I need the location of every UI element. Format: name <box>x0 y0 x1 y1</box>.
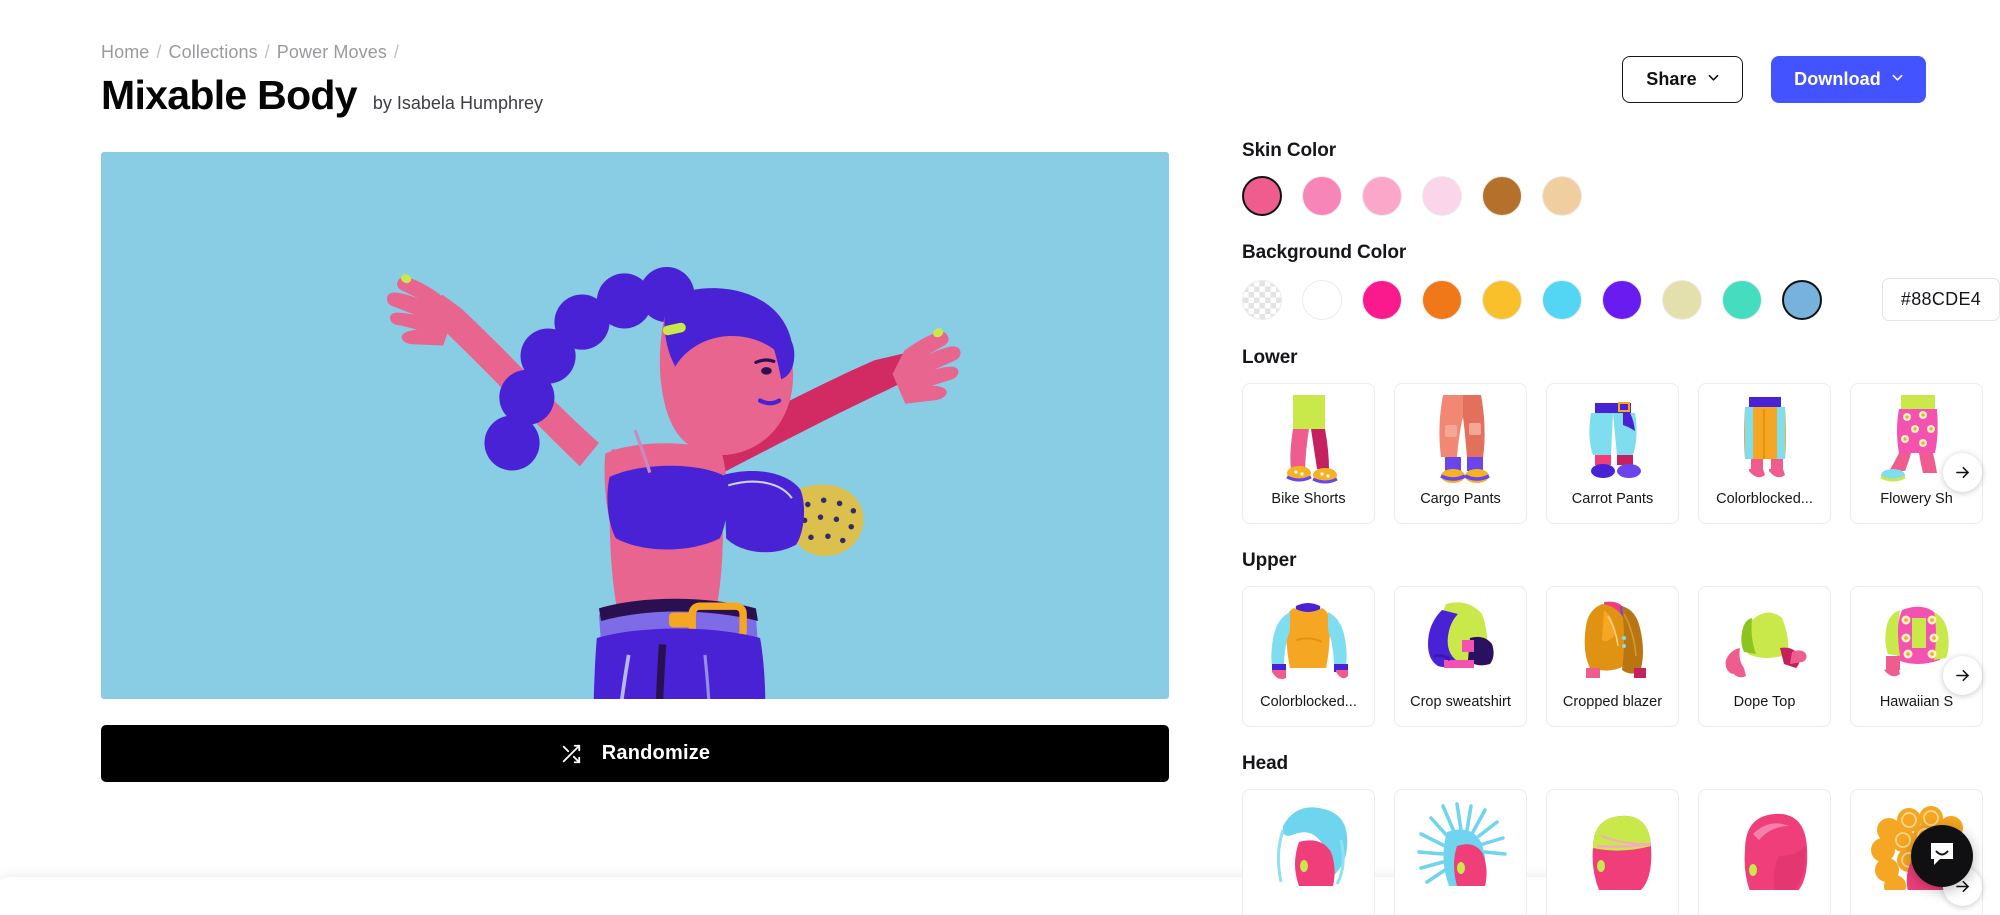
head-item-3[interactable] <box>1698 789 1831 915</box>
breadcrumb-separator: / <box>156 42 162 62</box>
upper-item-3[interactable]: Dope Top <box>1698 586 1831 727</box>
chat-bubble-icon <box>1927 839 1957 874</box>
skin-color-label: Skin Color <box>1242 140 1337 161</box>
bike-shorts-thumb <box>1251 390 1367 488</box>
head-carousel <box>1242 789 2000 915</box>
page-title: Mixable Body <box>101 72 358 118</box>
background-color-swatch-8[interactable] <box>1722 279 1762 320</box>
hex-color-input[interactable]: #88CDE4 <box>1882 278 2000 321</box>
upper-next-arrow-button[interactable] <box>1943 656 1982 695</box>
upper-item-2[interactable]: Cropped blazer <box>1546 586 1679 727</box>
crop-sweatshirt-thumb <box>1403 593 1519 691</box>
green-cap-head-thumb <box>1555 796 1671 894</box>
character-preview-canvas[interactable] <box>101 152 1169 699</box>
skin-color-section: Skin Color <box>1242 140 2000 216</box>
blue-spiky-hair-thumb <box>1403 796 1519 894</box>
chevron-down-icon <box>1892 72 1903 83</box>
upper-item-label: Crop sweatshirt <box>1410 694 1511 710</box>
background-color-swatch-3[interactable] <box>1422 279 1462 320</box>
upper-label: Upper <box>1242 550 1297 571</box>
background-color-swatch-1[interactable] <box>1302 279 1342 320</box>
share-button-label: Share <box>1646 69 1697 89</box>
skin-color-swatch-3[interactable] <box>1422 176 1462 216</box>
blue-wavy-hair-thumb <box>1251 796 1367 894</box>
skin-color-swatch-2[interactable] <box>1362 176 1402 216</box>
lower-item-2[interactable]: Carrot Pants <box>1546 383 1679 524</box>
background-color-swatch-2[interactable] <box>1362 279 1402 320</box>
lower-item-label: Bike Shorts <box>1271 491 1346 507</box>
dope-top-thumb <box>1707 593 1823 691</box>
share-button[interactable]: Share <box>1622 56 1743 103</box>
author-byline: by Isabela Humphrey <box>372 93 543 113</box>
head-item-0[interactable] <box>1242 789 1375 915</box>
bald-pink-head-thumb <box>1707 796 1823 894</box>
upper-item-label: Dope Top <box>1733 694 1796 710</box>
lower-section: Lower Bike Shorts Cargo Pants Carrot Pan… <box>1242 347 2000 524</box>
background-color-swatch-6[interactable] <box>1602 279 1642 320</box>
character-illustration <box>101 152 1169 699</box>
background-color-swatch-0[interactable] <box>1242 279 1282 320</box>
chevron-down-icon <box>1708 72 1719 83</box>
header-actions: Share Download <box>1622 56 1926 103</box>
background-color-swatch-5[interactable] <box>1542 279 1582 320</box>
lower-item-label: Carrot Pants <box>1571 491 1654 507</box>
upper-carousel: Colorblocked... Crop sweatshirt Cropped … <box>1242 586 2000 727</box>
skin-color-swatch-row <box>1242 176 2000 216</box>
upper-section: Upper Colorblocked... Crop sweatshirt Cr… <box>1242 550 2000 727</box>
lower-item-label: Cargo Pants <box>1420 491 1501 507</box>
randomize-label: Randomize <box>601 742 711 764</box>
head-item-2[interactable] <box>1546 789 1679 915</box>
upper-item-0[interactable]: Colorblocked... <box>1242 586 1375 727</box>
download-button[interactable]: Download <box>1771 56 1926 103</box>
page-root: Home / Collections / Power Moves / Mixab… <box>0 0 2000 915</box>
upper-item-1[interactable]: Crop sweatshirt <box>1394 586 1527 727</box>
background-color-swatch-9[interactable] <box>1782 279 1822 320</box>
upper-item-label: Cropped blazer <box>1562 694 1663 710</box>
background-color-label: Background Color <box>1242 242 1407 263</box>
preview-canvas-wrapper <box>101 152 1169 699</box>
upper-item-label: Colorblocked... <box>1260 694 1357 710</box>
breadcrumb: Home / Collections / Power Moves / <box>101 42 399 63</box>
colorblocked-top-thumb <box>1251 593 1367 691</box>
background-color-section: Background Color #88CDE4 <box>1242 242 2000 321</box>
cargo-pants-thumb <box>1403 390 1519 488</box>
lower-next-arrow-button[interactable] <box>1943 453 1982 492</box>
breadcrumb-item-home[interactable]: Home <box>101 42 149 63</box>
title-row: Mixable Body by Isabela Humphrey <box>101 72 543 119</box>
skin-color-swatch-5[interactable] <box>1542 176 1582 216</box>
colorblocked-pants-thumb <box>1707 390 1823 488</box>
head-item-1[interactable] <box>1394 789 1527 915</box>
chat-launcher-button[interactable] <box>1911 825 1973 887</box>
lower-carousel: Bike Shorts Cargo Pants Carrot Pants Col… <box>1242 383 2000 524</box>
lower-item-0[interactable]: Bike Shorts <box>1242 383 1375 524</box>
breadcrumb-item-collections[interactable]: Collections <box>169 42 258 63</box>
lower-label: Lower <box>1242 347 1298 368</box>
head-label: Head <box>1242 753 1289 774</box>
lower-item-1[interactable]: Cargo Pants <box>1394 383 1527 524</box>
background-color-swatch-7[interactable] <box>1662 279 1702 320</box>
carrot-pants-thumb <box>1555 390 1671 488</box>
upper-item-label: Hawaiian S <box>1879 694 1954 710</box>
lower-item-3[interactable]: Colorblocked... <box>1698 383 1831 524</box>
download-button-label: Download <box>1794 69 1881 89</box>
skin-color-swatch-4[interactable] <box>1482 176 1522 216</box>
page-header: Home / Collections / Power Moves / Mixab… <box>0 0 2000 140</box>
head-section: Head <box>1242 753 2000 915</box>
background-color-swatch-row: #88CDE4 <box>1242 278 2000 321</box>
shuffle-icon <box>560 743 582 765</box>
cropped-blazer-thumb <box>1555 593 1671 691</box>
skin-color-swatch-1[interactable] <box>1302 176 1342 216</box>
skin-color-swatch-0[interactable] <box>1242 176 1282 216</box>
breadcrumb-separator: / <box>264 42 270 62</box>
customization-panel: Skin Color Background Color #88CDE4 Lowe… <box>1242 140 2000 915</box>
randomize-button[interactable]: Randomize <box>101 725 1169 782</box>
background-color-swatch-4[interactable] <box>1482 279 1522 320</box>
lower-item-label: Flowery Sh <box>1880 491 1953 507</box>
breadcrumb-separator: / <box>393 42 400 62</box>
breadcrumb-item-power-moves[interactable]: Power Moves <box>277 42 387 63</box>
lower-item-label: Colorblocked... <box>1716 491 1813 507</box>
